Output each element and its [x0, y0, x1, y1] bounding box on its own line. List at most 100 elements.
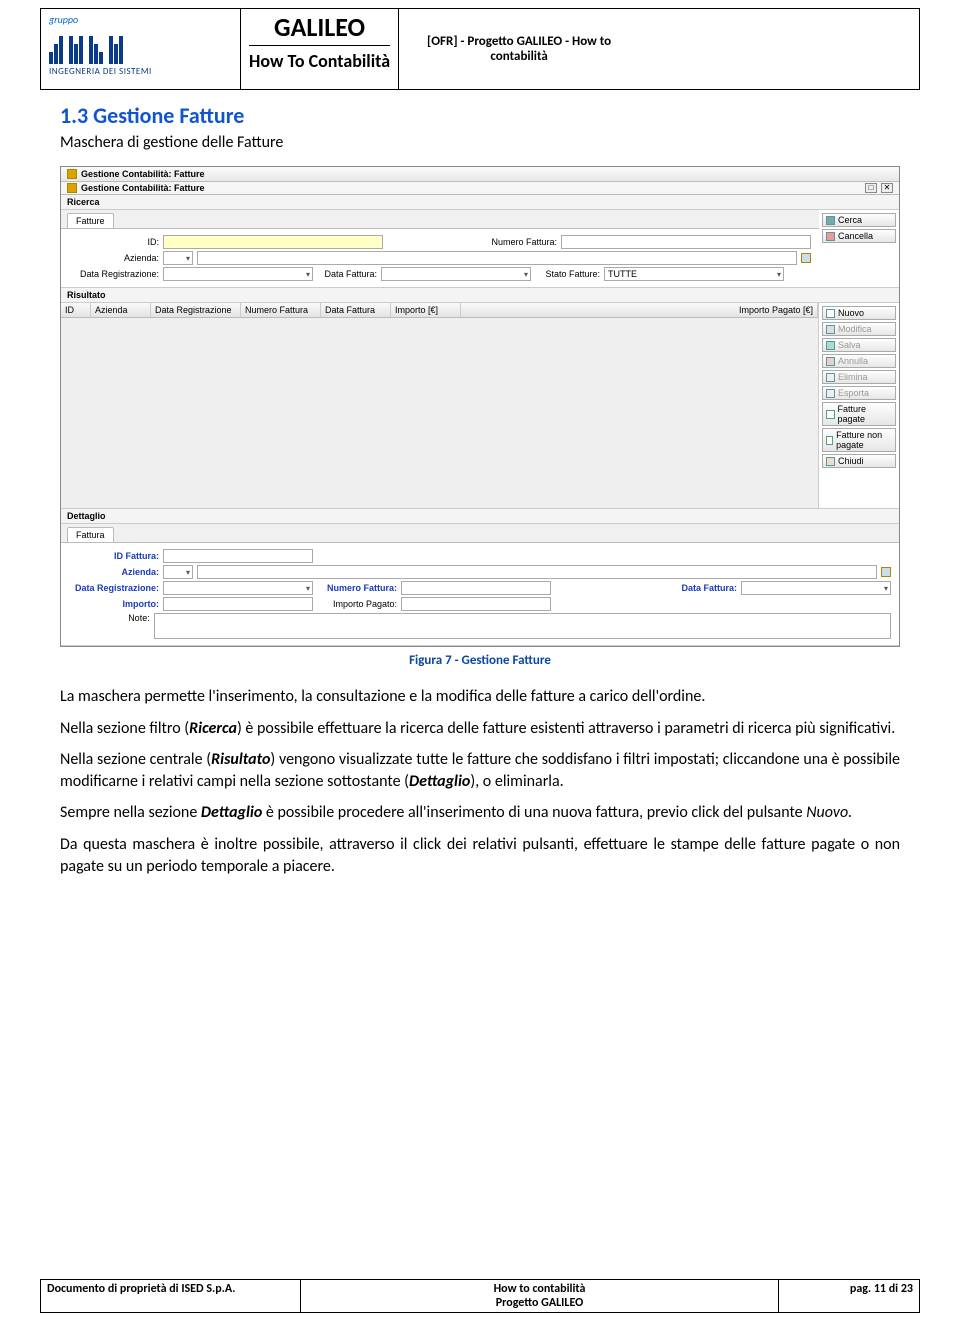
chevron-down-icon: ▾ — [884, 584, 888, 593]
id-fattura-label: ID Fattura: — [69, 551, 159, 561]
azienda-input[interactable] — [197, 251, 797, 265]
close-icon[interactable]: ✕ — [881, 183, 893, 193]
note-input[interactable] — [154, 613, 891, 639]
fatture-pagate-button[interactable]: Fatture pagate — [822, 402, 896, 426]
p4b: Dettaglio — [201, 803, 262, 822]
p4d: Nuovo. — [806, 803, 852, 822]
search-icon — [826, 216, 835, 225]
paragraph-1: La maschera permette l'inserimento, la c… — [60, 686, 900, 708]
app-inner-title: Gestione Contabilità: Fatture — [81, 183, 205, 193]
header-center: GALILEO How To Contabilità — [241, 9, 399, 89]
dett-data-reg-input[interactable]: ▾ — [163, 581, 313, 595]
results-body[interactable] — [61, 318, 818, 508]
export-icon — [826, 389, 835, 398]
paid-icon — [826, 410, 835, 419]
search-azienda-icon[interactable] — [801, 253, 811, 263]
dett-numero-fattura-label: Numero Fattura: — [317, 583, 397, 593]
window-controls: □ ✕ — [865, 183, 893, 193]
chevron-down-icon: ▾ — [186, 254, 190, 263]
p2a: Nella sezione filtro ( — [60, 719, 189, 738]
figure-caption: Figura 7 - Gestione Fatture — [60, 653, 900, 668]
app-outer-title: Gestione Contabilità: Fatture — [81, 169, 205, 179]
dett-azienda-input[interactable] — [197, 565, 877, 579]
elimina-button[interactable]: Elimina — [822, 370, 896, 384]
clear-icon — [826, 232, 835, 241]
check-icon — [826, 341, 835, 350]
risultato-buttons: Nuovo Modifica Salva Annulla Elimina Esp… — [819, 303, 899, 508]
ised-logo-icon — [49, 28, 232, 64]
col-importo-pagato[interactable]: Importo Pagato [€] — [461, 303, 818, 317]
modifica-button-label: Modifica — [838, 324, 872, 334]
chiudi-button-label: Chiudi — [838, 456, 864, 466]
dett-importo-pagato-input[interactable] — [401, 597, 551, 611]
azienda-select[interactable]: ▾ — [163, 251, 193, 265]
chevron-down-icon: ▾ — [186, 568, 190, 577]
p4c: è possibile procedere all'inserimento di… — [262, 803, 806, 822]
annulla-button-label: Annulla — [838, 356, 868, 366]
maximize-icon[interactable]: □ — [865, 183, 877, 193]
content: 1.3 Gestione Fatture Maschera di gestion… — [0, 90, 960, 877]
logo-cell: gruppo INGEGNERIA DEI SISTEMI — [41, 9, 241, 89]
col-id[interactable]: ID — [61, 303, 91, 317]
note-label: Note: — [69, 613, 150, 623]
col-data-fattura[interactable]: Data Fattura — [321, 303, 391, 317]
dettaglio-panel-title: Dettaglio — [61, 509, 899, 524]
cancella-button-label: Cancella — [838, 231, 873, 241]
logo-gruppo: gruppo — [49, 13, 232, 26]
paragraph-5: Da questa maschera è inoltre possibile, … — [60, 834, 900, 877]
esporta-button[interactable]: Esporta — [822, 386, 896, 400]
id-label: ID: — [69, 237, 159, 247]
cerca-button-label: Cerca — [838, 215, 862, 225]
tab-fatture[interactable]: Fatture — [67, 213, 114, 228]
paragraph-4: Sempre nella sezione Dettaglio è possibi… — [60, 802, 900, 824]
p3e: ), o eliminarla. — [470, 772, 563, 791]
footer-center: How to contabilità Progetto GALILEO — [301, 1280, 779, 1312]
footer-left: Documento di proprietà di ISED S.p.A. — [41, 1280, 301, 1312]
modifica-button[interactable]: Modifica — [822, 322, 896, 336]
salva-button[interactable]: Salva — [822, 338, 896, 352]
dett-data-fattura-label: Data Fattura: — [667, 583, 737, 593]
risultato-panel: Risultato ID Azienda Data Registrazione … — [61, 288, 899, 509]
dett-importo-label: Importo: — [69, 599, 159, 609]
id-fattura-input[interactable] — [163, 549, 313, 563]
stato-fatture-select[interactable]: TUTTE ▾ — [604, 267, 784, 281]
annulla-button[interactable]: Annulla — [822, 354, 896, 368]
dett-azienda-label: Azienda: — [69, 567, 159, 577]
id-input[interactable] — [163, 235, 383, 249]
stato-fatture-value: TUTTE — [608, 269, 637, 279]
col-azienda[interactable]: Azienda — [91, 303, 151, 317]
new-icon — [826, 309, 835, 318]
cancella-button[interactable]: Cancella — [822, 229, 896, 243]
dettaglio-panel: Dettaglio Fattura ID Fattura: Azienda: ▾… — [61, 509, 899, 646]
data-registrazione-label: Data Registrazione: — [69, 269, 159, 279]
close-icon — [826, 457, 835, 466]
col-numero-fattura[interactable]: Numero Fattura — [241, 303, 321, 317]
chevron-down-icon: ▾ — [524, 270, 528, 279]
dett-data-fattura-input[interactable]: ▾ — [741, 581, 891, 595]
search-azienda-icon[interactable] — [881, 567, 891, 577]
nuovo-button-label: Nuovo — [838, 308, 864, 318]
data-registrazione-input[interactable]: ▾ — [163, 267, 313, 281]
page-header: gruppo INGEGNERIA DEI SISTEMI GALILEO Ho… — [40, 8, 920, 90]
nuovo-button[interactable]: Nuovo — [822, 306, 896, 320]
edit-icon — [826, 325, 835, 334]
dett-numero-fattura-input[interactable] — [401, 581, 551, 595]
paragraph-3: Nella sezione centrale (Risultato) vengo… — [60, 749, 900, 792]
col-data-registrazione[interactable]: Data Registrazione — [151, 303, 241, 317]
col-importo[interactable]: Importo [€] — [391, 303, 461, 317]
dett-azienda-select[interactable]: ▾ — [163, 565, 193, 579]
fatture-pagate-label: Fatture pagate — [838, 404, 892, 424]
stato-fatture-label: Stato Fatture: — [535, 269, 600, 279]
folder-icon — [67, 169, 77, 179]
tab-fattura[interactable]: Fattura — [67, 527, 114, 542]
footer-right: pag. 11 di 23 — [779, 1280, 919, 1312]
numero-fattura-input[interactable] — [561, 235, 811, 249]
dett-importo-input[interactable] — [163, 597, 313, 611]
p3b: Risultato — [211, 750, 270, 769]
chiudi-button[interactable]: Chiudi — [822, 454, 896, 468]
ricerca-panel-title: Ricerca — [61, 195, 899, 210]
cerca-button[interactable]: Cerca — [822, 213, 896, 227]
fatture-non-pagate-button[interactable]: Fatture non pagate — [822, 428, 896, 452]
data-fattura-input[interactable]: ▾ — [381, 267, 531, 281]
paragraph-2: Nella sezione filtro (Ricerca) è possibi… — [60, 718, 900, 740]
